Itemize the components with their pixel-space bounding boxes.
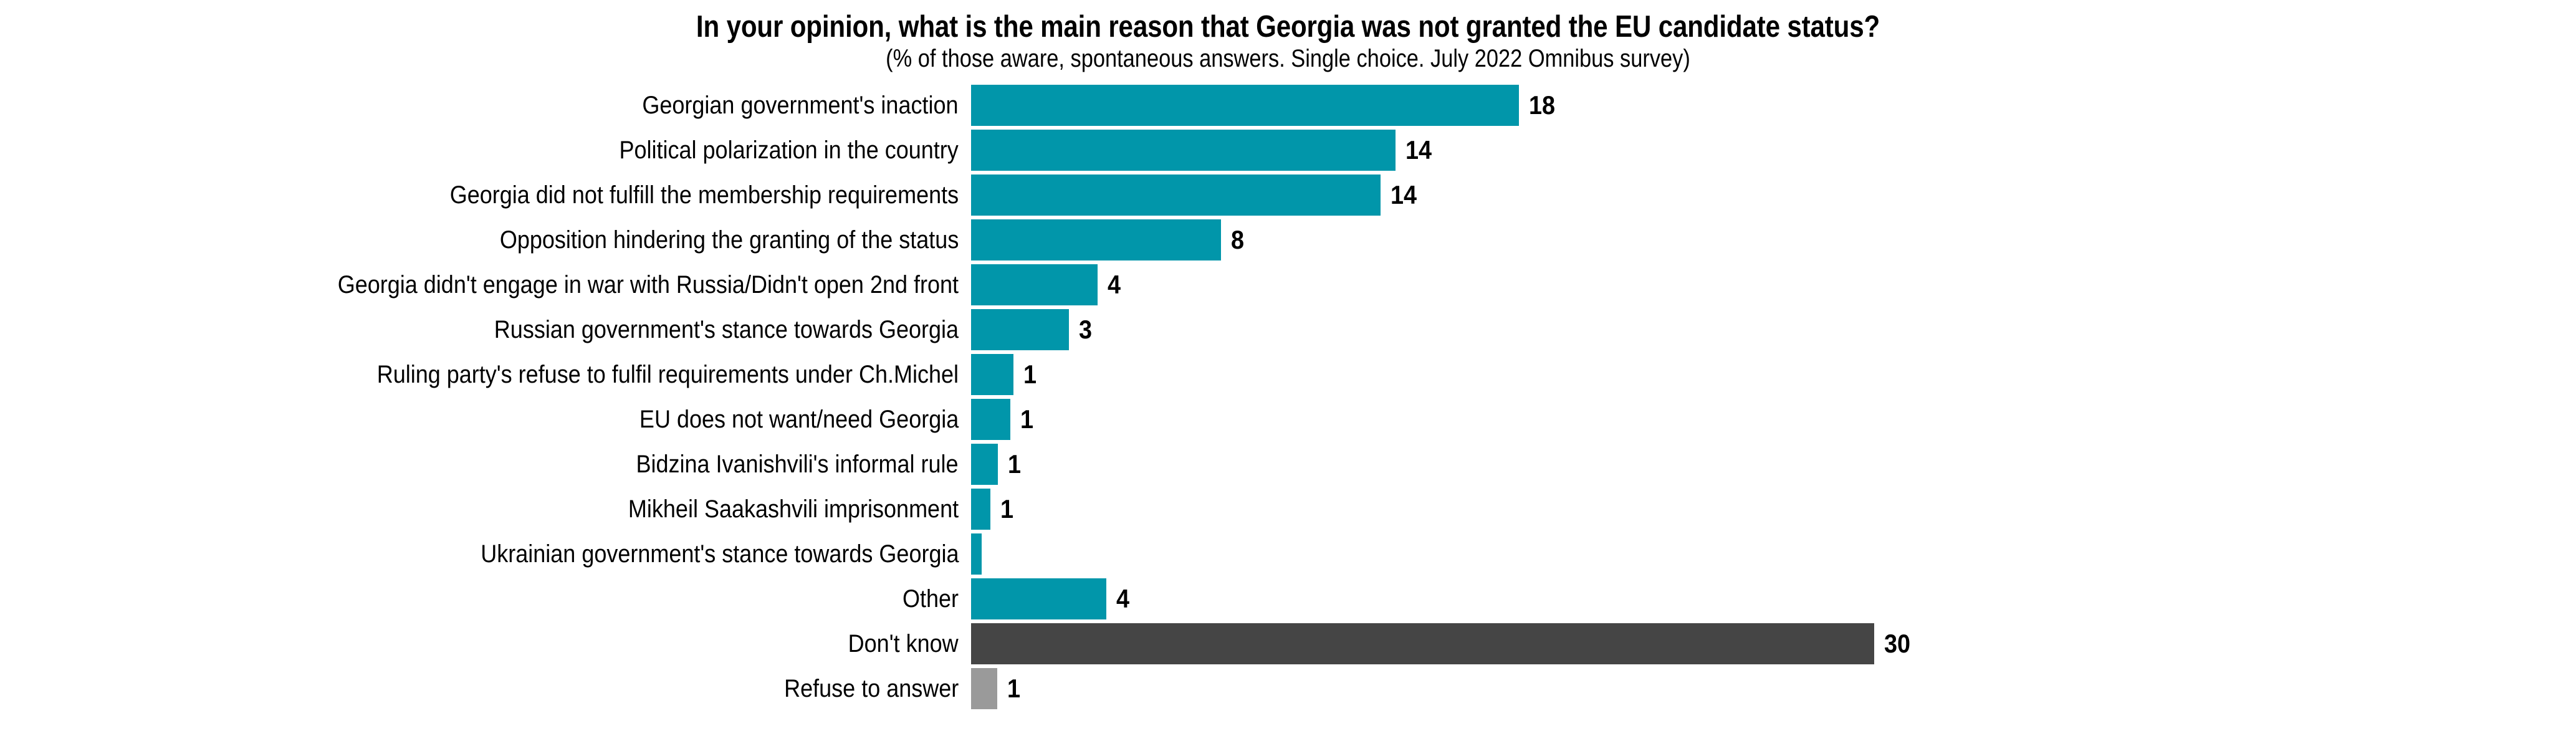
bar-row: Opposition hindering the granting of the…	[0, 219, 2576, 260]
category-label: Georgian government's inaction	[642, 92, 959, 119]
category-label: Russian government's stance towards Geor…	[494, 316, 959, 343]
plot-area: Georgian government's inaction 18 Politica…	[0, 81, 2576, 736]
bar-value-label: 4	[1107, 270, 1121, 299]
bar	[971, 623, 1874, 664]
category-label: Georgia didn't engage in war with Russia…	[337, 271, 959, 299]
bar	[971, 668, 998, 709]
category-label: EU does not want/need Georgia	[639, 406, 959, 433]
bar	[971, 399, 1010, 440]
category-label: Opposition hindering the granting of the…	[499, 226, 959, 254]
category-label: Ukrainian government's stance towards Ge…	[480, 540, 959, 568]
bar-value-label: 4	[1116, 584, 1130, 613]
bar-row: Other 4	[0, 578, 2576, 619]
bar	[971, 174, 1381, 216]
bar	[971, 309, 1069, 350]
category-label: Don't know	[848, 630, 959, 657]
category-label: Refuse to answer	[783, 675, 959, 702]
chart-subtitle: (% of those aware, spontaneous answers. …	[886, 44, 1690, 72]
bar-value-label: 1	[1023, 360, 1037, 389]
category-label: Political polarization in the country	[619, 136, 959, 164]
bar-value-label: 14	[1405, 135, 1432, 165]
bar-row: Georgia did not fulfill the membership r…	[0, 174, 2576, 216]
bar	[971, 130, 1396, 171]
bar-value-label: 30	[1884, 629, 1911, 658]
bar	[971, 489, 991, 530]
bar-row: Russian government's stance towards Geor…	[0, 309, 2576, 350]
bar-row: Refuse to answer 1	[0, 668, 2576, 709]
bar	[971, 219, 1221, 260]
chart-header: In your opinion, what is the main reason…	[0, 11, 2576, 72]
bar-value-label: 18	[1529, 90, 1556, 120]
bar-row: Ukrainian government's stance towards Ge…	[0, 533, 2576, 575]
bar-value-label: 3	[1078, 315, 1092, 344]
bar	[971, 85, 1520, 126]
bar-row: Political polarization in the country 14	[0, 130, 2576, 171]
bar-row: Don't know 30	[0, 623, 2576, 664]
category-label: Other	[902, 585, 959, 613]
bar	[971, 533, 982, 575]
chart-title: In your opinion, what is the main reason…	[696, 10, 1880, 44]
bar-row: EU does not want/need Georgia 1	[0, 399, 2576, 440]
bar-row: Ruling party's refuse to fulfil requirem…	[0, 354, 2576, 395]
category-label: Bidzina Ivanishvili's informal rule	[636, 451, 959, 478]
bar-row: Georgian government's inaction 18	[0, 85, 2576, 126]
bar-chart: In your opinion, what is the main reason…	[0, 0, 2576, 736]
bar	[971, 354, 1013, 395]
bar-row: Mikheil Saakashvili imprisonment 1	[0, 489, 2576, 530]
bar-row: Georgia didn't engage in war with Russia…	[0, 264, 2576, 305]
bar-value-label: 14	[1390, 180, 1417, 209]
category-label: Mikheil Saakashvili imprisonment	[628, 495, 959, 523]
bar-value-label: 1	[1020, 404, 1033, 434]
bar	[971, 444, 998, 485]
category-label: Ruling party's refuse to fulfil requirem…	[376, 361, 959, 388]
bar	[971, 578, 1107, 619]
bar-value-label: 1	[1008, 449, 1022, 479]
bar-value-label: 8	[1230, 225, 1244, 254]
bar	[971, 264, 1098, 305]
bar-row: Bidzina Ivanishvili's informal rule 1	[0, 444, 2576, 485]
bar-value-label: 1	[1000, 494, 1014, 523]
category-label: Georgia did not fulfill the membership r…	[449, 181, 959, 209]
bar-value-label: 1	[1007, 674, 1021, 703]
